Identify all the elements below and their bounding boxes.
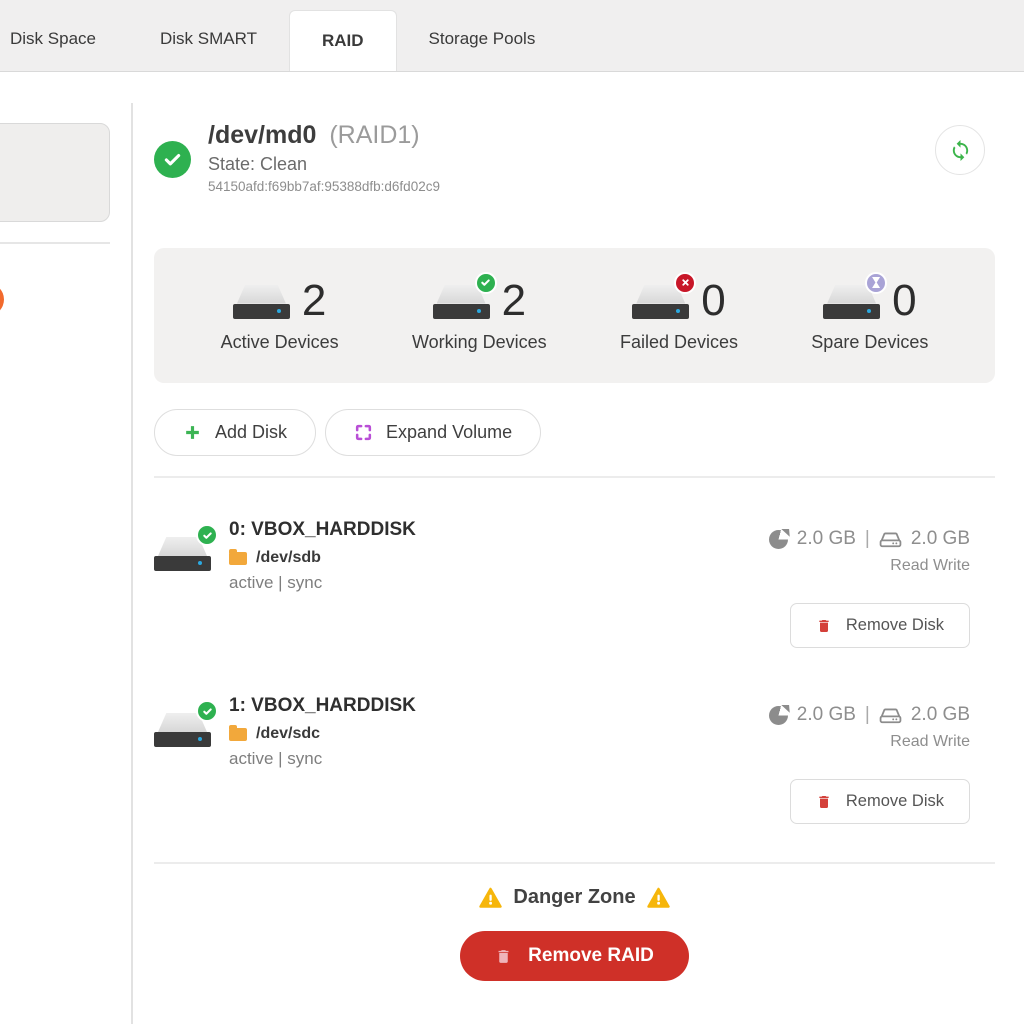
failed-devices-label: Failed Devices [620,332,738,353]
trash-icon [816,617,832,635]
remove-disk-button-0[interactable]: Remove Disk [790,603,970,648]
expand-icon [354,423,373,442]
raid-panel: /dev/md0 (RAID1) State: Clean 54150afd:f… [133,72,1024,1024]
disk-status: active | sync [229,749,416,769]
stat-failed-devices: 0 Failed Devices [620,278,738,353]
harddisk-icon [154,534,211,573]
tab-disk-space[interactable]: Disk Space [0,0,128,71]
raid-header: /dev/md0 (RAID1) State: Clean 54150afd:f… [154,120,995,200]
cross-badge-icon [674,272,696,294]
disk-mode: Read Write [890,557,970,575]
folder-icon [229,728,247,741]
remove-disk-button-1[interactable]: Remove Disk [790,779,970,824]
add-disk-button[interactable]: Add Disk [154,409,316,456]
drive-capacity-icon [879,531,902,548]
harddisk-icon [433,282,490,321]
expand-volume-button[interactable]: Expand Volume [325,409,541,456]
harddisk-icon [233,282,290,321]
remove-disk-label: Remove Disk [846,616,944,635]
pie-usage-icon [769,530,788,549]
divider [154,862,995,864]
harddisk-icon [154,710,211,749]
warning-icon [647,887,670,908]
spare-devices-count: 0 [892,278,916,324]
check-badge-icon [196,524,218,546]
usage-separator: | [865,528,870,550]
plus-icon [183,423,202,442]
sidebar-card[interactable] [0,123,110,222]
raid-state: State: Clean [208,154,440,175]
remove-raid-label: Remove RAID [528,945,654,967]
tab-bar: Disk Space Disk SMART RAID Storage Pools [0,0,1024,72]
raid-ok-icon [154,141,191,178]
pie-usage-icon [769,706,788,725]
failed-devices-count: 0 [701,278,725,324]
remove-raid-button[interactable]: Remove RAID [460,931,689,981]
tab-disk-smart[interactable]: Disk SMART [128,0,289,71]
check-badge-icon [475,272,497,294]
disk-title: 0: VBOX_HARDDISK [229,518,416,542]
device-stats-band: 2 Active Devices 2 Working Devices [154,248,995,383]
raid-actions: Add Disk Expand Volume [154,409,995,456]
sidebar-divider [0,242,110,244]
disk-usage-row: 2.0 GB | 2.0 GB [769,528,970,550]
disk-title: 1: VBOX_HARDDISK [229,694,416,718]
harddisk-icon [823,282,880,321]
warning-icon [479,887,502,908]
disk-entry-1: 1: VBOX_HARDDISK /dev/sdc active | sync … [154,694,995,824]
trash-icon [816,793,832,811]
expand-volume-label: Expand Volume [386,422,512,443]
disk-usage: 2.0 GB [797,704,856,726]
disk-status: active | sync [229,573,416,593]
drive-capacity-icon [879,707,902,724]
divider [154,476,995,478]
tab-raid[interactable]: RAID [289,10,397,71]
trash-icon [495,947,512,966]
disk-capacity: 2.0 GB [911,528,970,550]
usage-separator: | [865,704,870,726]
check-badge-icon [196,700,218,722]
disk-capacity: 2.0 GB [911,704,970,726]
raid-title: /dev/md0 (RAID1) [208,120,440,151]
disk-mode: Read Write [890,733,970,751]
spare-devices-label: Spare Devices [811,332,928,353]
refresh-button[interactable] [935,125,985,175]
refresh-icon [949,139,972,162]
working-devices-label: Working Devices [412,332,547,353]
raid-uuid: 54150afd:f69bb7af:95388dfb:d6fd02c9 [208,179,440,194]
harddisk-icon [632,282,689,321]
raid-level: (RAID1) [329,121,419,149]
working-devices-count: 2 [502,278,526,324]
disk-path: /dev/sdc [256,725,320,743]
add-disk-label: Add Disk [215,422,287,443]
disk-usage: 2.0 GB [797,528,856,550]
danger-zone-title: Danger Zone [513,886,635,909]
stat-active-devices: 2 Active Devices [221,278,339,353]
disk-path: /dev/sdb [256,549,321,567]
disk-entry-0: 0: VBOX_HARDDISK /dev/sdb active | sync … [154,518,995,648]
raid-device-name: /dev/md0 [208,121,316,149]
stat-spare-devices: 0 Spare Devices [811,278,928,353]
remove-disk-label: Remove Disk [846,792,944,811]
folder-icon [229,552,247,565]
stat-working-devices: 2 Working Devices [412,278,547,353]
hourglass-badge-icon [865,272,887,294]
active-devices-count: 2 [302,278,326,324]
active-devices-label: Active Devices [221,332,339,353]
danger-zone: Danger Zone Remove RAID [154,886,995,981]
sidebar-orange-icon [0,283,4,316]
tab-storage-pools[interactable]: Storage Pools [397,0,568,71]
disk-usage-row: 2.0 GB | 2.0 GB [769,704,970,726]
